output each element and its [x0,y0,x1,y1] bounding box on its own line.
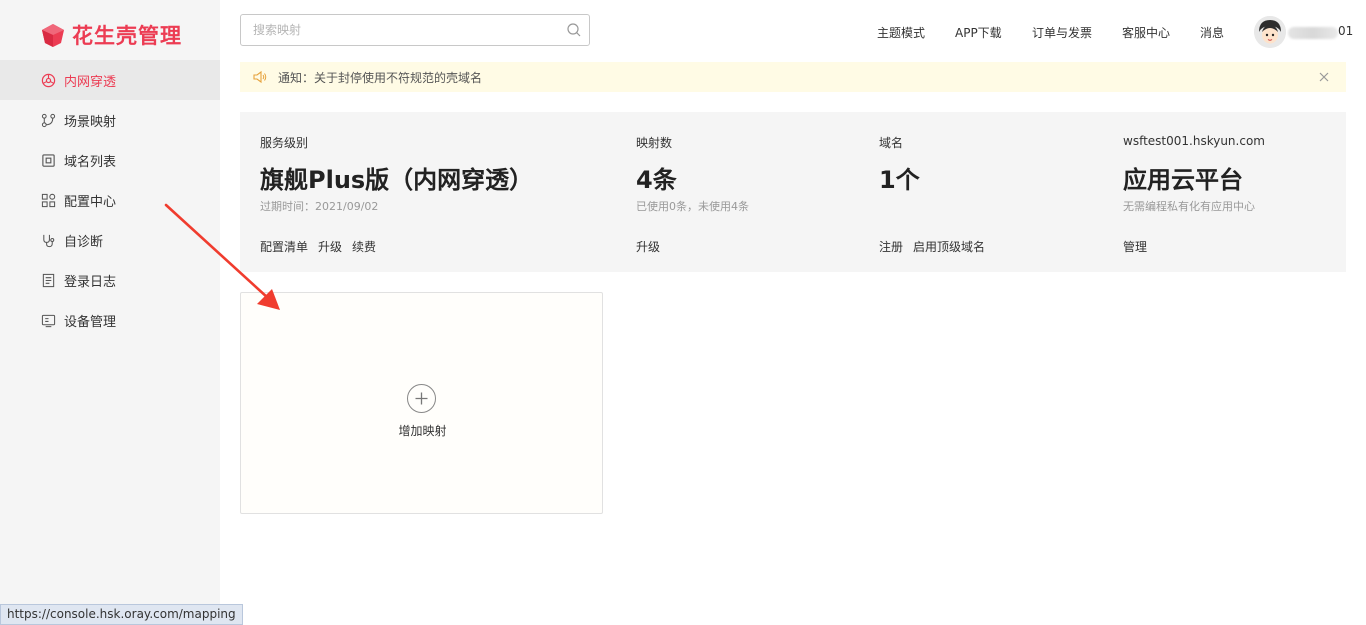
orders-invoices-link[interactable]: 订单与发票 [1032,24,1092,41]
diagnose-icon [40,232,56,248]
sidebar-item-label: 登录日志 [64,274,117,290]
sidebar-item-domains[interactable]: 域名列表 [0,140,220,180]
sidebar-item-label: 域名列表 [64,154,117,170]
sidebar-item-label: 自诊断 [64,234,104,250]
service-level-value: 旗舰Plus版（内网穿透） [260,166,534,194]
platform-links: 管理 [1123,238,1157,255]
config-list-link[interactable]: 配置清单 [260,240,308,254]
add-mapping-label: 增加映射 [398,424,447,438]
status-bar-url: https://console.hsk.oray.com/mapping [0,604,243,625]
notice-bar: 通知：关于封停使用不符规范的壳域名 [240,62,1346,92]
sidebar-item-diagnose[interactable]: 自诊断 [0,220,220,260]
scene-icon [40,112,56,128]
manage-link[interactable]: 管理 [1123,240,1147,254]
add-mapping-card[interactable]: 增加映射 [240,292,603,514]
support-center-link[interactable]: 客服中心 [1122,24,1170,41]
domains-label: 域名 [879,136,904,150]
expiry-date: 过期时间：2021/09/02 [260,200,379,213]
search-input[interactable] [241,16,559,44]
network-icon [40,72,56,88]
sidebar-item-intranet[interactable]: 内网穿透 [0,60,220,100]
platform-value: 应用云平台 [1123,166,1243,194]
service-summary: 服务级别 旗舰Plus版（内网穿透） 过期时间：2021/09/02 配置清单升… [240,112,1346,272]
search-box [240,14,590,46]
notice-text[interactable]: 通知：关于封停使用不符规范的壳域名 [278,69,482,86]
sidebar-item-label: 设备管理 [64,314,117,330]
mappings-label: 映射数 [636,136,673,150]
domains-links: 注册 启用顶级域名 [879,238,995,255]
search-icon[interactable] [559,15,589,45]
upgrade-link[interactable]: 升级 [318,240,342,254]
sidebar-item-login-log[interactable]: 登录日志 [0,260,220,300]
sidebar-nav: 内网穿透 场景映射 域名列表 配置中心 自诊断 登录日志 设备管理 [0,60,220,340]
mappings-links: 升级 [636,238,670,255]
sidebar-item-label: 配置中心 [64,194,117,210]
avatar[interactable] [1254,16,1286,48]
register-link[interactable]: 注册 [879,240,903,254]
platform-domain: wsftest001.hskyun.com [1123,134,1265,148]
service-level-label: 服务级别 [260,136,309,150]
enable-tld-link[interactable]: 启用顶级域名 [913,240,985,254]
mappings-upgrade-link[interactable]: 升级 [636,240,660,254]
theme-mode-link[interactable]: 主题模式 [877,24,925,41]
device-icon [40,312,56,328]
brand-name: 花生壳管理 [72,24,182,48]
platform-sub: 无需编程私有化有应用中心 [1123,200,1255,213]
logo[interactable]: 花生壳管理 [40,18,182,52]
sidebar-item-label: 场景映射 [64,114,117,130]
service-links: 配置清单 升级 续费 [260,238,386,255]
renew-link[interactable]: 续费 [352,240,376,254]
log-icon [40,272,56,288]
username[interactable]: 01 [1338,24,1353,38]
messages-link[interactable]: 消息 [1200,24,1224,41]
sidebar-item-config[interactable]: 配置中心 [0,180,220,220]
sidebar: 花生壳管理 内网穿透 场景映射 域名列表 配置中心 自诊断 登录日志 设备管理 [0,0,220,625]
sidebar-item-label: 内网穿透 [64,74,117,90]
username-redacted [1288,27,1338,39]
mappings-usage: 已使用0条，未使用4条 [636,200,749,213]
plus-icon [407,384,436,413]
domain-icon [40,152,56,168]
domains-value: 1个 [879,166,920,194]
speaker-icon [253,70,267,84]
logo-icon [42,24,64,47]
sidebar-item-scene[interactable]: 场景映射 [0,100,220,140]
close-icon[interactable] [1316,69,1332,85]
app-download-link[interactable]: APP下载 [955,24,1002,41]
grid-icon [40,192,56,208]
sidebar-item-devices[interactable]: 设备管理 [0,300,220,340]
mappings-value: 4条 [636,166,677,194]
